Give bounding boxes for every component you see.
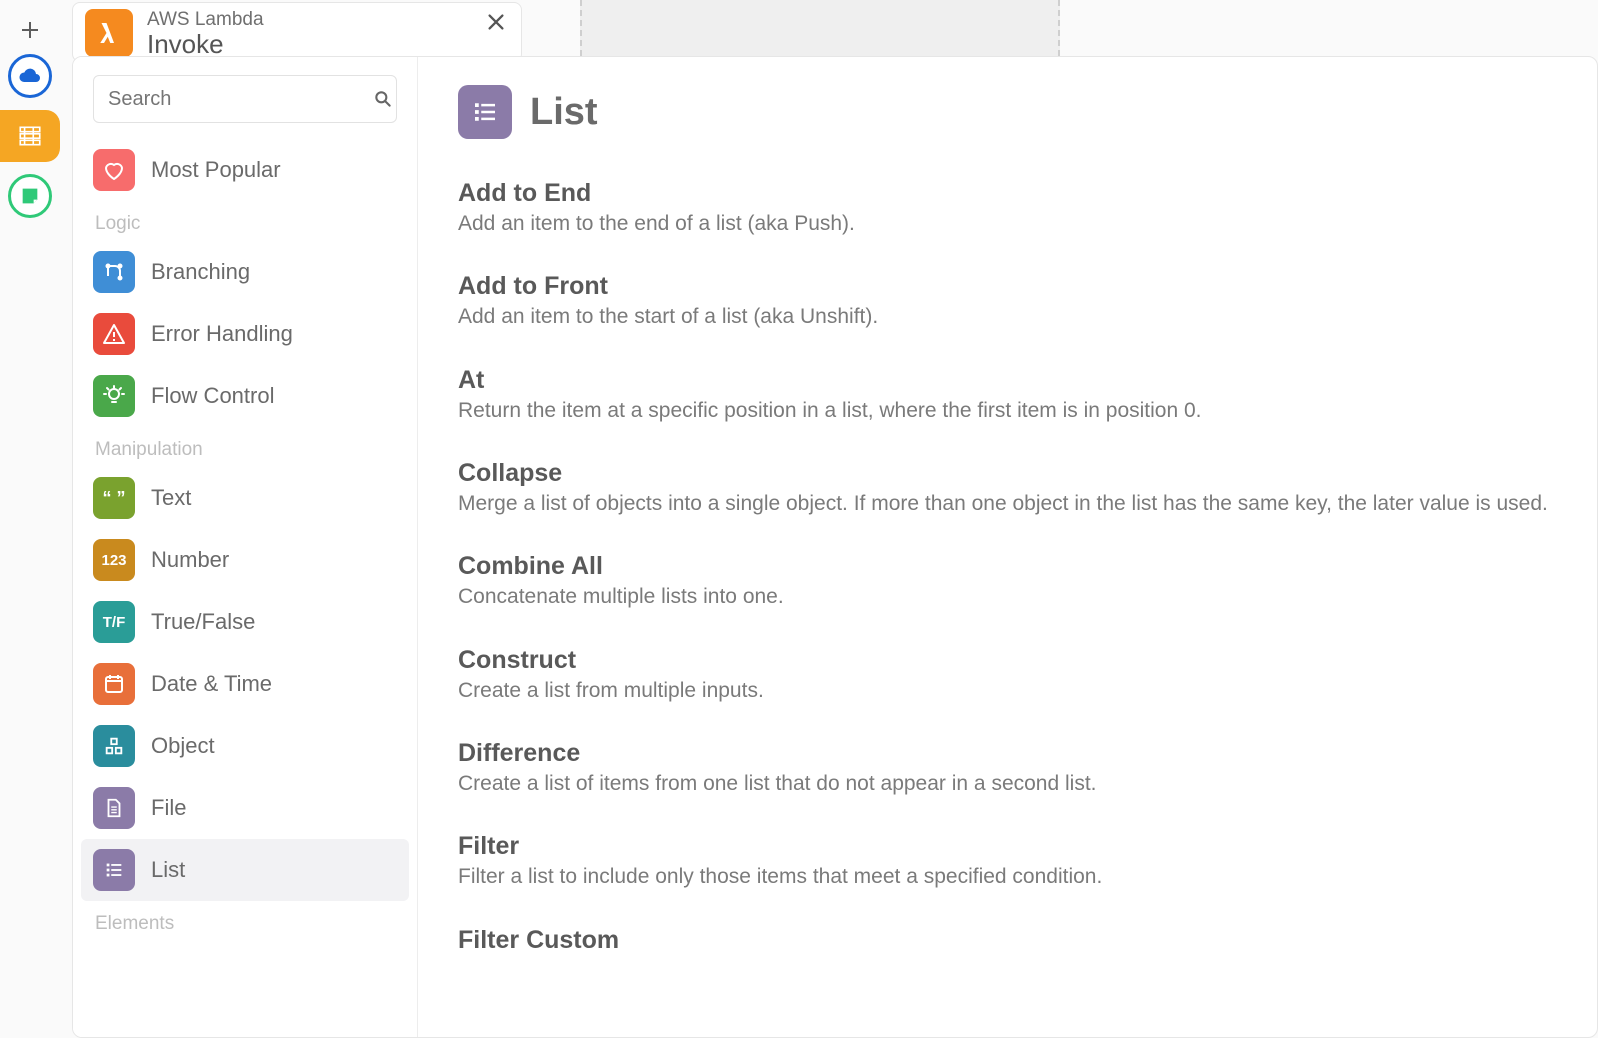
- card-service-name: AWS Lambda: [147, 9, 264, 31]
- function-filter[interactable]: FilterFilter a list to include only thos…: [458, 832, 1557, 891]
- category-label: Object: [151, 733, 215, 759]
- cloud-node-button[interactable]: [8, 54, 52, 98]
- function-description: Create a list of items from one list tha…: [458, 770, 1557, 798]
- function-description: Filter a list to include only those item…: [458, 863, 1557, 891]
- function-filter-custom[interactable]: Filter Custom: [458, 926, 1557, 955]
- function-list-pane: List Add to EndAdd an item to the end of…: [418, 57, 1597, 1037]
- list-icon: [458, 85, 512, 139]
- category-label: Branching: [151, 259, 250, 285]
- data-table-button[interactable]: [0, 110, 60, 162]
- function-name: Collapse: [458, 459, 1557, 488]
- category-label: True/False: [151, 609, 255, 635]
- function-name: At: [458, 366, 1557, 395]
- category-item-list[interactable]: List: [81, 839, 409, 901]
- function-picker-panel: Most Popular Logic Branching Error Handling…: [72, 56, 1598, 1038]
- function-at[interactable]: AtReturn the item at a specific position…: [458, 366, 1557, 425]
- category-item-file[interactable]: File: [81, 777, 409, 839]
- card-header: AWS Lambda Invoke: [72, 2, 522, 62]
- category-item-object[interactable]: Object: [81, 715, 409, 777]
- pane-header: List: [458, 85, 1557, 139]
- list-icon: [93, 849, 135, 891]
- search-icon: [373, 89, 393, 109]
- function-construct[interactable]: ConstructCreate a list from multiple inp…: [458, 646, 1557, 705]
- category-item-branching[interactable]: Branching: [81, 241, 409, 303]
- function-name: Filter: [458, 832, 1557, 861]
- shapes-icon: [93, 725, 135, 767]
- category-item-error-handling[interactable]: Error Handling: [81, 303, 409, 365]
- search-box[interactable]: [93, 75, 397, 123]
- function-add-to-end[interactable]: Add to EndAdd an item to the end of a li…: [458, 179, 1557, 238]
- function-description: Merge a list of objects into a single ob…: [458, 490, 1557, 518]
- section-header: Manipulation: [81, 427, 409, 467]
- category-item-flow-control[interactable]: Flow Control: [81, 365, 409, 427]
- branch-icon: [93, 251, 135, 293]
- pane-title: List: [530, 91, 598, 134]
- category-item-date-time[interactable]: Date & Time: [81, 653, 409, 715]
- tf-icon: T/F: [93, 601, 135, 643]
- note-button[interactable]: [8, 174, 52, 218]
- bulb-icon: [93, 375, 135, 417]
- function-name: Combine All: [458, 552, 1557, 581]
- category-label: Date & Time: [151, 671, 272, 697]
- left-rail: [0, 0, 60, 1038]
- function-description: Concatenate multiple lists into one.: [458, 583, 1557, 611]
- function-description: Add an item to the end of a list (aka Pu…: [458, 210, 1557, 238]
- category-label: Flow Control: [151, 383, 274, 409]
- category-item-text[interactable]: “ ” Text: [81, 467, 409, 529]
- function-description: Add an item to the start of a list (aka …: [458, 303, 1557, 331]
- category-label: Text: [151, 485, 191, 511]
- category-label: Error Handling: [151, 321, 293, 347]
- search-input[interactable]: [108, 88, 373, 111]
- category-label: Most Popular: [151, 157, 281, 183]
- quotes-icon: “ ”: [93, 477, 135, 519]
- category-item-most-popular[interactable]: Most Popular: [81, 139, 409, 201]
- section-header: Elements: [81, 901, 409, 941]
- category-item-number[interactable]: 123 Number: [81, 529, 409, 591]
- function-combine-all[interactable]: Combine AllConcatenate multiple lists in…: [458, 552, 1557, 611]
- close-button[interactable]: [485, 11, 507, 33]
- warning-icon: [93, 313, 135, 355]
- category-sidebar: Most Popular Logic Branching Error Handling…: [73, 57, 418, 1037]
- canvas-placeholder: [580, 0, 1060, 56]
- add-button[interactable]: [18, 18, 42, 42]
- section-header: Logic: [81, 201, 409, 241]
- function-description: Return the item at a specific position i…: [458, 397, 1557, 425]
- calendar-icon: [93, 663, 135, 705]
- function-description: Create a list from multiple inputs.: [458, 677, 1557, 705]
- category-label: File: [151, 795, 186, 821]
- file-icon: [93, 787, 135, 829]
- function-name: Filter Custom: [458, 926, 1557, 955]
- heart-icon: [93, 149, 135, 191]
- category-label: List: [151, 857, 185, 883]
- function-name: Construct: [458, 646, 1557, 675]
- lambda-icon: [85, 9, 133, 57]
- function-name: Add to Front: [458, 272, 1557, 301]
- function-name: Difference: [458, 739, 1557, 768]
- function-difference[interactable]: DifferenceCreate a list of items from on…: [458, 739, 1557, 798]
- category-label: Number: [151, 547, 229, 573]
- 123-icon: 123: [93, 539, 135, 581]
- function-collapse[interactable]: CollapseMerge a list of objects into a s…: [458, 459, 1557, 518]
- category-item-true-false[interactable]: T/F True/False: [81, 591, 409, 653]
- function-add-to-front[interactable]: Add to FrontAdd an item to the start of …: [458, 272, 1557, 331]
- function-name: Add to End: [458, 179, 1557, 208]
